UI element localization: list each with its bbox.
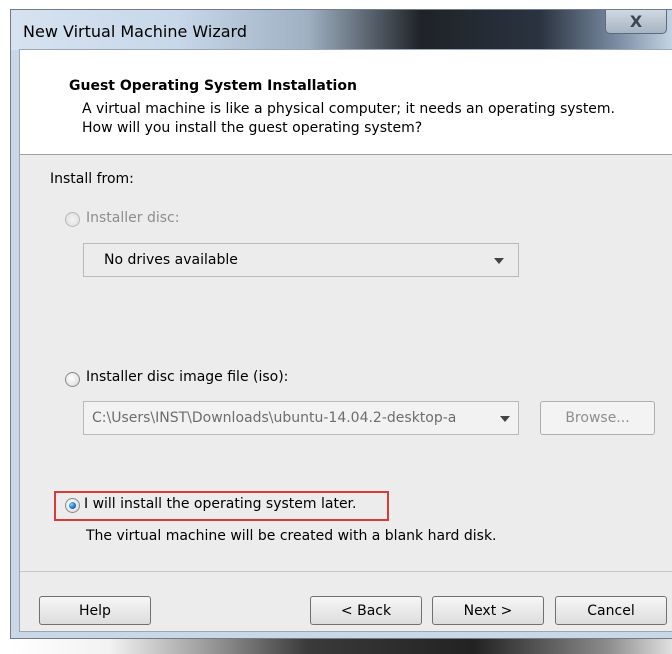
close-button[interactable]: X	[605, 10, 667, 34]
disc-drive-value: No drives available	[104, 252, 238, 268]
installer-disc-radio[interactable]	[65, 212, 80, 227]
installer-disc-label: Installer disc:	[86, 210, 180, 226]
iso-radio[interactable]	[65, 372, 80, 387]
wizard-window: New Virtual Machine Wizard X Guest Opera…	[10, 9, 672, 639]
cancel-button[interactable]: Cancel	[555, 596, 667, 625]
install-later-label: I will install the operating system late…	[84, 496, 357, 512]
iso-path-value: C:\Users\INST\Downloads\ubuntu-14.04.2-d…	[92, 410, 457, 426]
wizard-header: Guest Operating System Installation A vi…	[20, 50, 672, 155]
iso-path-combobox[interactable]: C:\Users\INST\Downloads\ubuntu-14.04.2-d…	[83, 401, 519, 435]
chevron-down-icon	[500, 416, 510, 422]
page-description: A virtual machine is like a physical com…	[82, 101, 616, 136]
close-icon: X	[629, 12, 643, 31]
iso-label: Installer disc image file (iso):	[86, 369, 289, 385]
cancel-label: Cancel	[587, 602, 635, 619]
browse-button[interactable]: Browse...	[540, 401, 655, 435]
next-button[interactable]: Next >	[432, 596, 544, 625]
help-button[interactable]: Help	[39, 596, 151, 625]
taskbar-shadow	[10, 639, 672, 654]
window-title: New Virtual Machine Wizard	[23, 22, 247, 41]
browse-label: Browse...	[565, 410, 630, 426]
install-later-radio[interactable]	[65, 498, 80, 513]
footer-divider	[20, 571, 672, 572]
chevron-down-icon	[494, 258, 504, 264]
next-label: Next >	[463, 602, 513, 619]
disc-drive-dropdown[interactable]: No drives available	[83, 243, 519, 277]
wizard-content: Guest Operating System Installation A vi…	[19, 49, 672, 632]
help-label: Help	[79, 602, 111, 619]
back-label: < Back	[340, 602, 392, 619]
title-bar[interactable]: New Virtual Machine Wizard X	[11, 10, 672, 50]
install-later-note: The virtual machine will be created with…	[86, 528, 497, 544]
page-title: Guest Operating System Installation	[69, 78, 357, 94]
back-button[interactable]: < Back	[310, 596, 422, 625]
install-from-label: Install from:	[50, 171, 134, 187]
